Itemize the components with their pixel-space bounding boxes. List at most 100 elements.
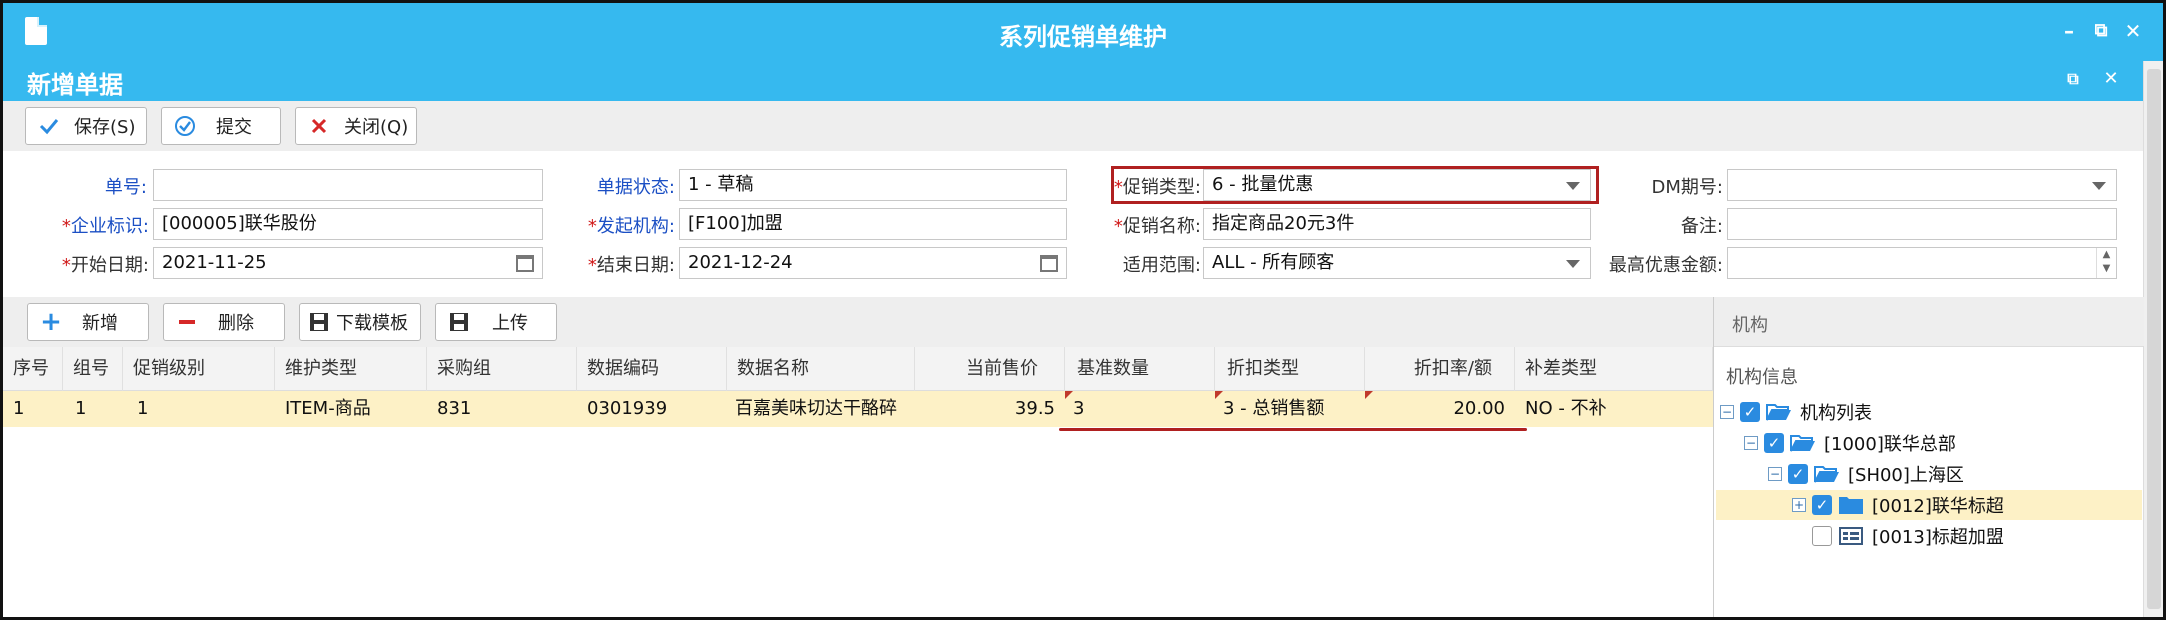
col-header[interactable]: 数据名称: [727, 347, 915, 391]
cell-data-code[interactable]: 0301939: [577, 391, 727, 427]
cell-discount-amount[interactable]: 20.00: [1365, 391, 1513, 427]
grid-header: 序号 组号 促销级别 维护类型 采购组 数据编码 数据名称 当前售价 基准数量 …: [3, 347, 1713, 391]
org-panel-subtitle: 机构信息: [1726, 367, 1798, 388]
checkbox-checked-icon[interactable]: ✓: [1788, 464, 1808, 484]
start-date-label-text: 开始日期:: [70, 255, 149, 276]
restore-icon[interactable]: ⧉: [2089, 19, 2113, 43]
promo-name-label-text: 促销名称:: [1122, 216, 1201, 237]
calendar-icon[interactable]: [1040, 255, 1058, 272]
status-label: 单据状态:: [596, 177, 675, 198]
circle-check-icon: [174, 115, 196, 137]
cell-compensation-type[interactable]: NO - 不补: [1515, 391, 1713, 427]
checkbox-unchecked-icon[interactable]: [1812, 526, 1832, 546]
upload-button[interactable]: 上传: [435, 303, 557, 341]
cell-group[interactable]: 1: [63, 391, 123, 427]
minimize-icon[interactable]: –: [2057, 19, 2081, 43]
max-discount-label: 最高优惠金额:: [1608, 255, 1723, 276]
table-row[interactable]: 1 1 1 ITEM-商品 831 0301939 百嘉美味切达干酪碎 39.5…: [3, 391, 1713, 427]
download-template-button[interactable]: 下载模板: [299, 303, 421, 341]
col-header[interactable]: 基准数量: [1065, 347, 1215, 391]
expand-icon[interactable]: +: [1792, 498, 1806, 512]
col-header[interactable]: 促销级别: [123, 347, 275, 391]
sub-header: 新增单据 ⧉ ✕: [3, 61, 2143, 101]
org-input[interactable]: [F100]加盟: [679, 208, 1067, 240]
dm-select[interactable]: [1727, 169, 2117, 201]
window-scrollbar[interactable]: [2143, 61, 2163, 617]
col-header[interactable]: 序号: [3, 347, 63, 391]
status-input[interactable]: 1 - 草稿: [679, 169, 1067, 201]
close-button[interactable]: 关闭(Q): [295, 107, 417, 145]
checkbox-checked-icon[interactable]: ✓: [1764, 433, 1784, 453]
tree-node-0012[interactable]: + ✓ [0012]联华标超: [1716, 490, 2142, 520]
store-node-icon: [1838, 526, 1864, 546]
cell-maint-type[interactable]: ITEM-商品: [275, 391, 427, 427]
remark-input[interactable]: [1727, 208, 2117, 240]
folder-open-icon: [1790, 433, 1816, 453]
org-panel-title: 机构: [1732, 315, 1768, 336]
col-header[interactable]: 维护类型: [275, 347, 427, 391]
checkbox-checked-icon[interactable]: ✓: [1812, 495, 1832, 515]
save-disk-icon: [308, 311, 330, 333]
tree-node-0013[interactable]: [0013]标超加盟: [1812, 521, 2004, 551]
company-label: *企业标识:: [61, 216, 149, 237]
org-panel: 机构 机构信息 − ✓ 机构列表 − ✓ [1000]联华总部 − ✓ [SH0…: [1713, 297, 2144, 617]
minus-icon: [176, 311, 198, 333]
col-header[interactable]: 数据编码: [577, 347, 727, 391]
cell-purchase-group[interactable]: 831: [427, 391, 577, 427]
cell-price[interactable]: 39.5: [915, 391, 1063, 427]
scrollbar-thumb[interactable]: [2147, 69, 2161, 609]
cell-seq[interactable]: 1: [3, 391, 63, 427]
max-discount-input[interactable]: ▲ ▼: [1727, 247, 2117, 279]
scope-value: ALL - 所有顾客: [1212, 252, 1335, 273]
sub-restore-icon[interactable]: ⧉: [2061, 67, 2085, 91]
tree-node-root[interactable]: − ✓ 机构列表: [1720, 397, 1872, 427]
submit-button[interactable]: 提交: [161, 107, 281, 145]
calendar-icon[interactable]: [516, 255, 534, 272]
checkbox-checked-icon[interactable]: ✓: [1740, 402, 1760, 422]
save-label: 保存(S): [74, 117, 136, 138]
save-button[interactable]: 保存(S): [25, 107, 147, 145]
row-underline-highlight: [1059, 428, 1527, 431]
collapse-icon[interactable]: −: [1744, 436, 1758, 450]
folder-icon: [1838, 495, 1864, 515]
company-label-text: 企业标识:: [70, 216, 149, 237]
end-date-input[interactable]: 2021-12-24: [679, 247, 1067, 279]
window-title: 系列促销单维护: [999, 23, 1167, 51]
cell-data-name[interactable]: 百嘉美味切达干酪碎: [727, 391, 915, 427]
doc-no-input[interactable]: [153, 169, 543, 201]
col-header[interactable]: 折扣类型: [1215, 347, 1365, 391]
col-header[interactable]: 补差类型: [1515, 347, 1713, 391]
dm-label: DM期号:: [1651, 177, 1723, 198]
upload-label: 上传: [492, 313, 528, 334]
tree-node-sh00[interactable]: − ✓ [SH00]上海区: [1768, 459, 1964, 489]
cell-discount-type[interactable]: 3 - 总销售额: [1215, 391, 1365, 427]
add-label: 新增: [82, 313, 118, 334]
close-icon[interactable]: ✕: [2121, 19, 2145, 43]
delete-label: 删除: [218, 313, 254, 334]
add-row-button[interactable]: + 新增: [27, 303, 149, 341]
col-header[interactable]: 折扣率/额: [1365, 347, 1515, 391]
tree-node-label: [0013]标超加盟: [1872, 527, 2004, 548]
sub-close-icon[interactable]: ✕: [2099, 67, 2123, 91]
delete-row-button[interactable]: 删除: [163, 303, 285, 341]
col-header[interactable]: 组号: [63, 347, 123, 391]
col-header[interactable]: 采购组: [427, 347, 577, 391]
start-date-input[interactable]: 2021-11-25: [153, 247, 543, 279]
cell-base-qty[interactable]: 3: [1065, 391, 1215, 427]
app-window: 系列促销单维护 – ⧉ ✕ 新增单据 ⧉ ✕ 保存(S) 提交 关闭(Q) 单号…: [0, 0, 2166, 620]
number-spinner-icon[interactable]: ▲ ▼: [2096, 248, 2116, 278]
company-input[interactable]: [000005]联华股份: [153, 208, 543, 240]
collapse-icon[interactable]: −: [1720, 405, 1734, 419]
tree-node-1000[interactable]: − ✓ [1000]联华总部: [1744, 428, 1956, 458]
col-header[interactable]: 当前售价: [915, 347, 1065, 391]
folder-open-icon: [1814, 464, 1840, 484]
detail-grid: 序号 组号 促销级别 维护类型 采购组 数据编码 数据名称 当前售价 基准数量 …: [3, 347, 1713, 617]
scope-select[interactable]: ALL - 所有顾客: [1203, 247, 1591, 279]
collapse-icon[interactable]: −: [1768, 467, 1782, 481]
org-label-text: 发起机构:: [596, 216, 675, 237]
download-label: 下载模板: [336, 313, 408, 334]
promo-name-label: *促销名称:: [1113, 216, 1201, 237]
cell-level[interactable]: 1: [123, 391, 275, 427]
sub-title: 新增单据: [27, 71, 123, 99]
promo-name-input[interactable]: 指定商品20元3件: [1203, 208, 1591, 240]
